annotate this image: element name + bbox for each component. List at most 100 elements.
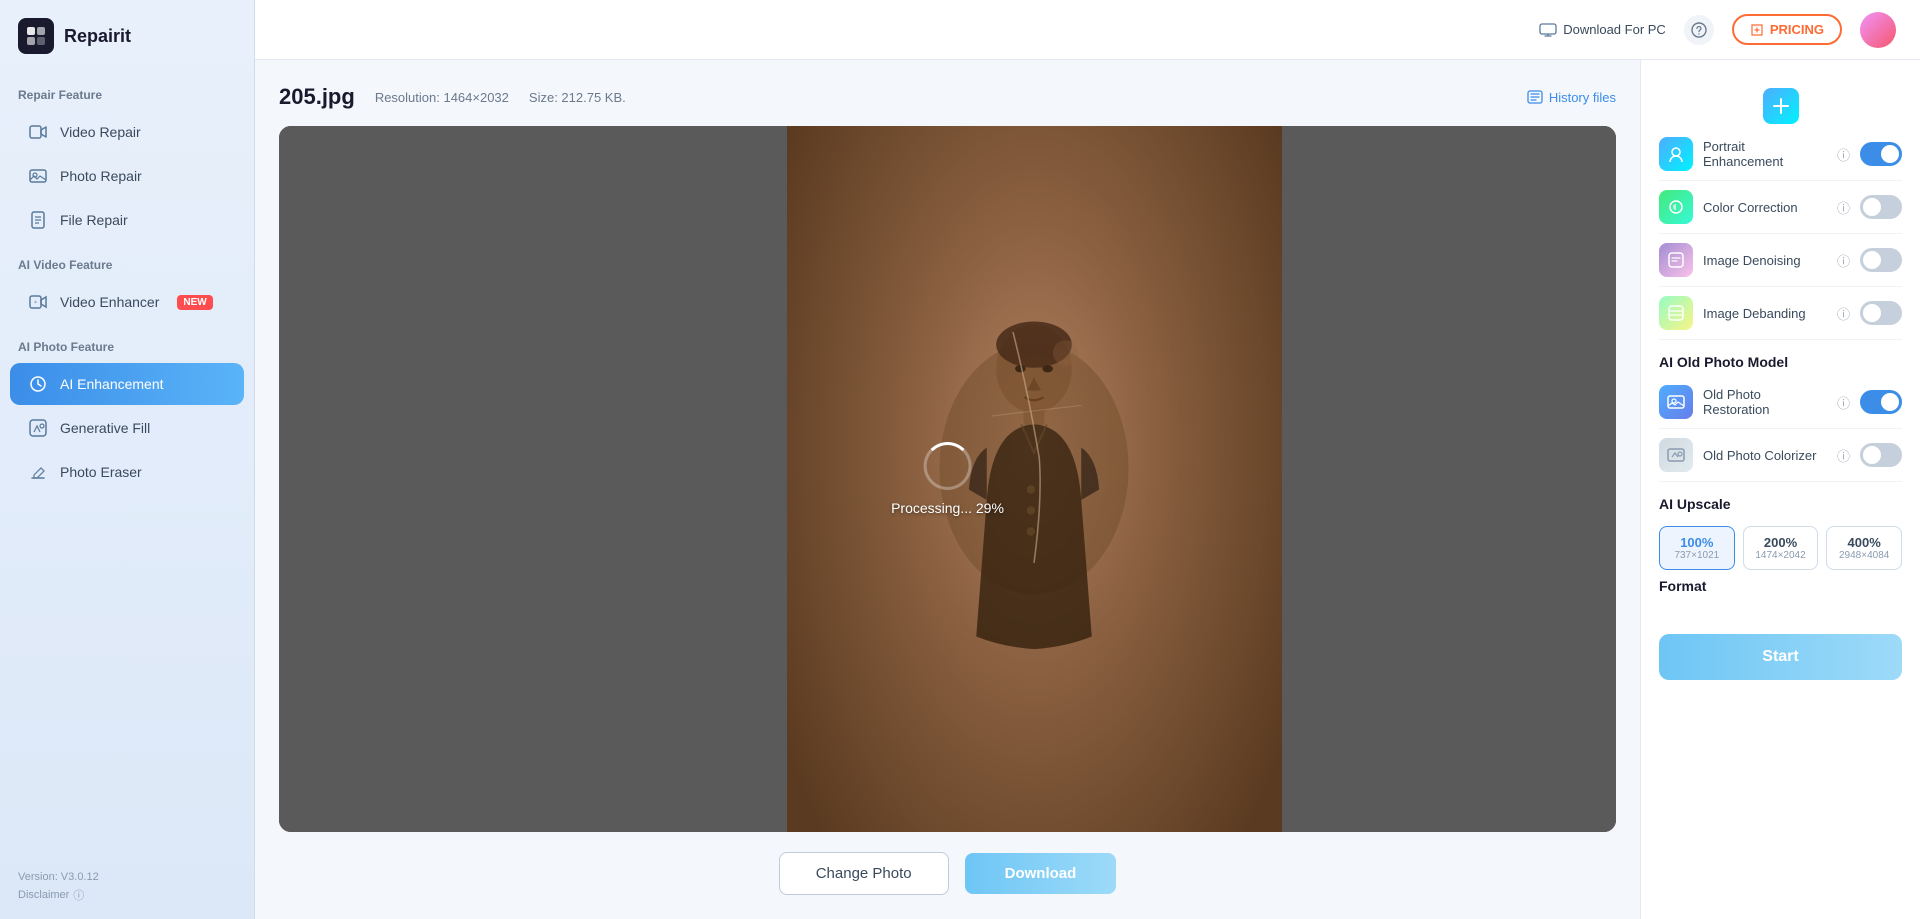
old-photo-restoration-toggle[interactable]: [1860, 390, 1902, 414]
top-feature-icon: [1763, 88, 1799, 124]
sidebar-item-photo-repair[interactable]: Photo Repair: [10, 155, 244, 197]
image-debanding-icon: [1659, 296, 1693, 330]
download-button[interactable]: Download: [965, 853, 1117, 894]
pricing-label: PRICING: [1770, 22, 1824, 37]
color-correction-icon: [1659, 190, 1693, 224]
image-denoising-toggle[interactable]: [1860, 248, 1902, 272]
format-heading: Format: [1659, 578, 1902, 594]
portrait-enhancement-label: Portrait Enhancement: [1703, 139, 1825, 169]
sidebar-item-generative-fill-label: Generative Fill: [60, 420, 150, 436]
old-photo-colorizer-info-icon[interactable]: ⓘ: [1837, 446, 1850, 465]
file-info-bar: 205.jpg Resolution: 1464×2032 Size: 212.…: [279, 84, 1616, 110]
history-files-label: History files: [1549, 90, 1616, 105]
photo-eraser-icon: [28, 462, 48, 482]
sidebar-item-video-enhancer-label: Video Enhancer: [60, 294, 159, 310]
old-photo-colorizer-item: Old Photo Colorizer ⓘ: [1659, 429, 1902, 482]
video-enhancer-icon: [28, 292, 48, 312]
upscale-res-200: 1474×2042: [1748, 550, 1814, 561]
generative-fill-icon: [28, 418, 48, 438]
portrait-enhancement-icon: [1659, 137, 1693, 171]
old-photo-restoration-info-icon[interactable]: ⓘ: [1837, 393, 1850, 412]
change-photo-button[interactable]: Change Photo: [779, 852, 949, 895]
ai-enhancement-icon: [28, 374, 48, 394]
topbar: Download For PC PRICING: [255, 0, 1920, 60]
logo-area[interactable]: Repairit: [0, 0, 254, 72]
photo-bg-right: [1282, 126, 1616, 832]
upscale-pct-100: 100%: [1664, 535, 1730, 550]
section-repair-feature: Repair Feature: [0, 72, 254, 110]
file-name: 205.jpg: [279, 84, 355, 110]
old-photo-restoration-icon: [1659, 385, 1693, 419]
portrait-enhancement-toggle[interactable]: [1860, 142, 1902, 166]
loading-spinner: [924, 442, 972, 490]
upscale-res-400: 2948×4084: [1831, 550, 1897, 561]
old-photo-colorizer-toggle[interactable]: [1860, 443, 1902, 467]
app-logo-icon: [18, 18, 54, 54]
sidebar-item-ai-enhancement[interactable]: AI Enhancement: [10, 363, 244, 405]
sidebar-item-photo-repair-label: Photo Repair: [60, 168, 142, 184]
upscale-pct-200: 200%: [1748, 535, 1814, 550]
image-denoising-icon: [1659, 243, 1693, 277]
history-files-button[interactable]: History files: [1527, 90, 1616, 105]
version-text: Version: V3.0.12: [18, 871, 236, 883]
color-correction-info-icon[interactable]: ⓘ: [1837, 198, 1850, 217]
upscale-res-100: 737×1021: [1664, 550, 1730, 561]
portrait-info-icon[interactable]: ⓘ: [1837, 145, 1850, 164]
processing-overlay: Processing... 29%: [891, 442, 1004, 516]
section-ai-video-feature: AI Video Feature: [0, 242, 254, 280]
help-button[interactable]: [1684, 15, 1714, 45]
old-photo-colorizer-label: Old Photo Colorizer: [1703, 448, 1825, 463]
pricing-button[interactable]: PRICING: [1732, 14, 1842, 45]
action-bar: Change Photo Download: [279, 832, 1616, 895]
disclaimer-link[interactable]: Disclaimer ⓘ: [18, 887, 236, 903]
image-denoising-info-icon[interactable]: ⓘ: [1837, 251, 1850, 270]
sidebar-item-photo-eraser-label: Photo Eraser: [60, 464, 142, 480]
top-feature-icon-area: [1659, 76, 1902, 128]
center-panel: 205.jpg Resolution: 1464×2032 Size: 212.…: [255, 60, 1640, 919]
upscale-btn-100[interactable]: 100% 737×1021: [1659, 526, 1735, 570]
file-repair-icon: [28, 210, 48, 230]
download-for-pc-button[interactable]: Download For PC: [1539, 22, 1666, 37]
sidebar-bottom: Version: V3.0.12 Disclaimer ⓘ: [0, 859, 254, 903]
video-repair-icon: [28, 122, 48, 142]
image-debanding-info-icon[interactable]: ⓘ: [1837, 304, 1850, 323]
main-area: Download For PC PRICING 205.jpg Resoluti…: [255, 0, 1920, 919]
file-size: Size: 212.75 KB.: [529, 90, 626, 105]
download-pc-label: Download For PC: [1563, 22, 1666, 37]
new-badge: NEW: [177, 295, 212, 310]
sidebar-item-photo-eraser[interactable]: Photo Eraser: [10, 451, 244, 493]
app-name: Repairit: [64, 26, 131, 47]
old-photo-restoration-item: Old Photo Restoration ⓘ: [1659, 376, 1902, 429]
photo-center: [787, 126, 1282, 832]
photo-repair-icon: [28, 166, 48, 186]
format-section: Format: [1659, 578, 1902, 594]
ai-upscale-heading: AI Upscale: [1659, 482, 1902, 518]
image-denoising-label: Image Denoising: [1703, 253, 1825, 268]
portrait-enhancement-item: Portrait Enhancement ⓘ: [1659, 128, 1902, 181]
color-correction-item: Color Correction ⓘ: [1659, 181, 1902, 234]
color-correction-toggle[interactable]: [1860, 195, 1902, 219]
sidebar-item-file-repair[interactable]: File Repair: [10, 199, 244, 241]
start-button[interactable]: Start: [1659, 634, 1902, 680]
sidebar: Repairit Repair Feature Video Repair Pho…: [0, 0, 255, 919]
upscale-btn-200[interactable]: 200% 1474×2042: [1743, 526, 1819, 570]
image-denoising-item: Image Denoising ⓘ: [1659, 234, 1902, 287]
sidebar-item-video-repair-label: Video Repair: [60, 124, 141, 140]
upscale-btn-400[interactable]: 400% 2948×4084: [1826, 526, 1902, 570]
ai-old-photo-model-heading: AI Old Photo Model: [1659, 340, 1902, 376]
user-avatar[interactable]: [1860, 12, 1896, 48]
info-icon: ⓘ: [73, 887, 84, 903]
upscale-options: 100% 737×1021 200% 1474×2042 400% 2948×4…: [1659, 526, 1902, 570]
sidebar-item-video-enhancer[interactable]: Video Enhancer NEW: [10, 281, 244, 323]
processing-text: Processing... 29%: [891, 500, 1004, 516]
sidebar-item-ai-enhancement-label: AI Enhancement: [60, 376, 164, 392]
photo-bg-left: [279, 126, 787, 832]
image-preview: Processing... 29%: [279, 126, 1616, 832]
old-photo-colorizer-icon: [1659, 438, 1693, 472]
sidebar-item-generative-fill[interactable]: Generative Fill: [10, 407, 244, 449]
image-debanding-toggle[interactable]: [1860, 301, 1902, 325]
sidebar-item-video-repair[interactable]: Video Repair: [10, 111, 244, 153]
sidebar-item-file-repair-label: File Repair: [60, 212, 128, 228]
section-ai-photo-feature: AI Photo Feature: [0, 324, 254, 362]
old-photo-restoration-label: Old Photo Restoration: [1703, 387, 1825, 417]
